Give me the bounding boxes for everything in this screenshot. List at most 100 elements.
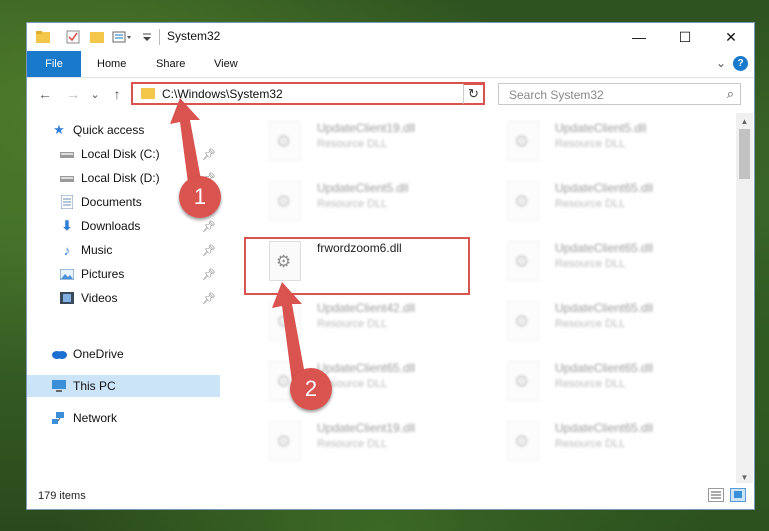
network-icon bbox=[51, 410, 67, 426]
dll-file-icon: ⚙ bbox=[507, 421, 539, 461]
file-item[interactable]: ⚙ UpdateClient65.dll Resource DLL bbox=[483, 233, 711, 285]
file-item[interactable]: ⚙ UpdateClient65.dll Resource DLL bbox=[483, 173, 711, 225]
details-view-icon[interactable] bbox=[708, 488, 724, 502]
computer-icon bbox=[51, 378, 67, 394]
file-item[interactable]: ⚙ UpdateClient65.dll Resource DLL bbox=[483, 413, 711, 465]
documents-icon bbox=[59, 194, 75, 210]
file-type: Resource DLL bbox=[555, 138, 626, 150]
tab-view[interactable]: View bbox=[214, 51, 238, 77]
close-button[interactable]: ✕ bbox=[708, 23, 754, 51]
file-type: Resource DLL bbox=[317, 318, 388, 330]
tab-file[interactable]: File bbox=[27, 51, 81, 77]
drive-icon bbox=[59, 146, 75, 162]
sidebar-item-onedrive[interactable]: OneDrive bbox=[27, 343, 220, 365]
file-item[interactable]: ⚙ UpdateClient65.dll Resource DLL bbox=[483, 353, 711, 405]
refresh-button[interactable]: ↻ bbox=[463, 83, 485, 105]
search-box[interactable]: ⌕ bbox=[498, 83, 741, 105]
item-count: 179 items bbox=[38, 490, 86, 502]
file-name: UpdateClient65.dll bbox=[555, 241, 654, 255]
expand-ribbon-icon[interactable]: ⌄ bbox=[716, 56, 726, 70]
sidebar-item-videos[interactable]: Videos 📌︎ bbox=[27, 287, 220, 309]
file-name: UpdateClient65.dll bbox=[555, 361, 654, 375]
help-icon[interactable]: ? bbox=[733, 56, 748, 71]
folder-icon bbox=[141, 88, 155, 99]
sidebar-item-label: Videos bbox=[81, 291, 118, 305]
scroll-up-icon[interactable]: ▲ bbox=[736, 115, 753, 127]
file-type: Resource DLL bbox=[317, 138, 388, 150]
scroll-thumb[interactable] bbox=[739, 129, 750, 179]
sidebar-item-this-pc[interactable]: This PC bbox=[27, 375, 220, 397]
file-name: UpdateClient19.dll bbox=[317, 421, 416, 435]
sidebar-item-label: Music bbox=[81, 243, 113, 257]
refresh-icon: ↻ bbox=[468, 86, 479, 101]
file-item[interactable]: ⚙ UpdateClient5.dll Resource DLL bbox=[483, 113, 711, 165]
pictures-icon bbox=[59, 266, 75, 282]
window-title: System32 bbox=[167, 29, 221, 43]
file-type: Resource DLL bbox=[317, 438, 388, 450]
sidebar-item-label: OneDrive bbox=[73, 347, 124, 361]
sidebar-item-network[interactable]: Network bbox=[27, 407, 220, 429]
customize-toolbar-icon[interactable] bbox=[139, 29, 155, 45]
forward-button[interactable]: → bbox=[63, 84, 83, 104]
ribbon-tabs: File Home Share View ⌄ ? bbox=[27, 51, 754, 78]
sidebar-item-label: Network bbox=[73, 411, 118, 425]
back-button[interactable]: ← bbox=[35, 84, 55, 104]
pin-icon[interactable]: 📌︎ bbox=[202, 244, 216, 257]
view-options-icon[interactable] bbox=[111, 29, 133, 45]
sidebar-item-music[interactable]: ♪ Music 📌︎ bbox=[27, 239, 220, 261]
up-button[interactable]: ↑ bbox=[107, 84, 127, 104]
file-name: UpdateClient65.dll bbox=[317, 361, 416, 375]
file-name: UpdateClient65.dll bbox=[555, 181, 654, 195]
file-type: Resource DLL bbox=[555, 258, 626, 270]
sidebar-item-label: This PC bbox=[73, 379, 116, 393]
sidebar-item-downloads[interactable]: ⬇ Downloads 📌︎ bbox=[27, 215, 220, 237]
pin-icon[interactable]: 📌︎ bbox=[202, 268, 216, 281]
file-type: Resource DLL bbox=[555, 198, 626, 210]
search-icon[interactable]: ⌕ bbox=[727, 86, 734, 102]
sidebar-item-label: Downloads bbox=[81, 219, 141, 233]
sidebar-item-pictures[interactable]: Pictures 📌︎ bbox=[27, 263, 220, 285]
file-type: Resource DLL bbox=[555, 438, 626, 450]
dll-file-icon: ⚙ bbox=[507, 121, 539, 161]
recent-locations-button[interactable]: ⌄ bbox=[89, 84, 101, 104]
file-name: UpdateClient5.dll bbox=[317, 181, 409, 195]
vertical-scrollbar[interactable]: ▲ ▼ bbox=[736, 113, 753, 485]
cloud-icon bbox=[51, 346, 67, 362]
sidebar-item-label: Documents bbox=[81, 195, 142, 209]
properties-icon[interactable] bbox=[65, 29, 81, 45]
file-name: UpdateClient19.dll bbox=[317, 121, 416, 135]
file-item[interactable]: ⚙ UpdateClient19.dll Resource DLL bbox=[245, 113, 473, 165]
tab-home[interactable]: Home bbox=[97, 51, 126, 77]
star-icon: ★ bbox=[53, 122, 65, 137]
sidebar-item-label: Quick access bbox=[73, 123, 145, 137]
dll-file-icon: ⚙ bbox=[507, 181, 539, 221]
file-type: Resource DLL bbox=[555, 378, 626, 390]
file-name: UpdateClient42.dll bbox=[317, 301, 416, 315]
status-bar: 179 items bbox=[27, 483, 754, 509]
file-type: Resource DLL bbox=[555, 318, 626, 330]
minimize-button[interactable]: — bbox=[616, 23, 662, 51]
maximize-button[interactable]: ☐ bbox=[662, 23, 708, 51]
dll-file-icon: ⚙ bbox=[269, 421, 301, 461]
callout-badge-2: 2 bbox=[290, 368, 332, 410]
callout-badge-1: 1 bbox=[179, 176, 221, 218]
search-input[interactable] bbox=[507, 86, 711, 104]
dll-file-icon: ⚙ bbox=[507, 361, 539, 401]
sidebar-item-label: Local Disk (D:) bbox=[81, 171, 160, 185]
title-separator bbox=[159, 29, 160, 45]
pin-icon[interactable]: 📌︎ bbox=[202, 292, 216, 305]
pin-icon[interactable]: 📌︎ bbox=[202, 220, 216, 233]
dll-file-icon: ⚙ bbox=[507, 301, 539, 341]
new-folder-icon[interactable] bbox=[89, 29, 105, 45]
file-item[interactable]: ⚙ UpdateClient19.dll Resource DLL bbox=[245, 413, 473, 465]
videos-icon bbox=[59, 290, 75, 306]
sidebar-item-label: Pictures bbox=[81, 267, 125, 281]
folder-icon bbox=[35, 29, 51, 45]
file-item[interactable]: ⚙ UpdateClient5.dll Resource DLL bbox=[245, 173, 473, 225]
title-bar: System32 — ☐ ✕ bbox=[27, 23, 754, 51]
scroll-down-icon[interactable]: ▼ bbox=[736, 471, 753, 483]
large-icons-view-icon[interactable] bbox=[730, 488, 746, 502]
file-name: UpdateClient65.dll bbox=[555, 301, 654, 315]
tab-share[interactable]: Share bbox=[156, 51, 185, 77]
file-item[interactable]: ⚙ UpdateClient65.dll Resource DLL bbox=[483, 293, 711, 345]
